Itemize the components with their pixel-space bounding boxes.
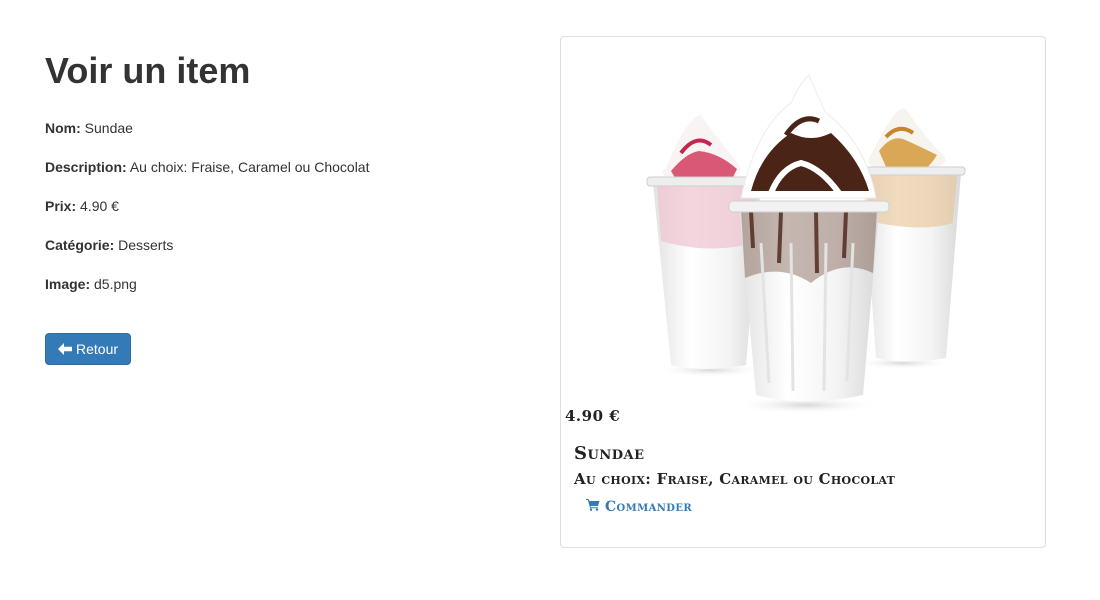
field-image: Image: d5.png [45, 274, 525, 294]
field-price-value: 4.90 € [80, 198, 119, 214]
field-name: Nom: Sundae [45, 118, 525, 138]
card-product-description: Au choix: Fraise, Caramel ou Chocolat [574, 470, 896, 488]
product-card: 4.90 € Sundae Au choix: Fraise, Caramel … [560, 36, 1046, 548]
field-category-value: Desserts [118, 237, 174, 253]
field-name-label: Nom: [45, 120, 81, 136]
page: Voir un item Nom: Sundae Description: Au… [0, 0, 1100, 600]
field-image-value: d5.png [94, 276, 137, 292]
sundae-image [646, 74, 966, 414]
field-price-label: Prix: [45, 198, 77, 214]
shopping-cart-icon [586, 498, 600, 515]
card-price: 4.90 € [565, 407, 621, 425]
order-button[interactable]: Commander [586, 498, 692, 515]
back-button-label: Retour [76, 341, 119, 357]
field-description-label: Description: [45, 159, 127, 175]
card-caption: Sundae Au choix: Fraise, Caramel ou Choc… [574, 443, 1034, 516]
order-button-label: Commander [605, 498, 693, 515]
field-description: Description: Au choix: Fraise, Caramel o… [45, 157, 525, 177]
field-image-label: Image: [45, 276, 91, 292]
field-name-value: Sundae [84, 120, 133, 136]
arrow-left-icon [58, 343, 72, 355]
field-description-value: Au choix: Fraise, Caramel ou Chocolat [129, 159, 370, 175]
field-category: Catégorie: Desserts [45, 235, 525, 255]
back-button[interactable]: Retour [45, 333, 132, 365]
page-title: Voir un item [45, 50, 251, 91]
field-price: Prix: 4.90 € [45, 196, 525, 216]
field-category-label: Catégorie: [45, 237, 115, 253]
item-details-panel: Voir un item Nom: Sundae Description: Au… [45, 48, 525, 365]
card-product-name: Sundae [574, 443, 645, 464]
